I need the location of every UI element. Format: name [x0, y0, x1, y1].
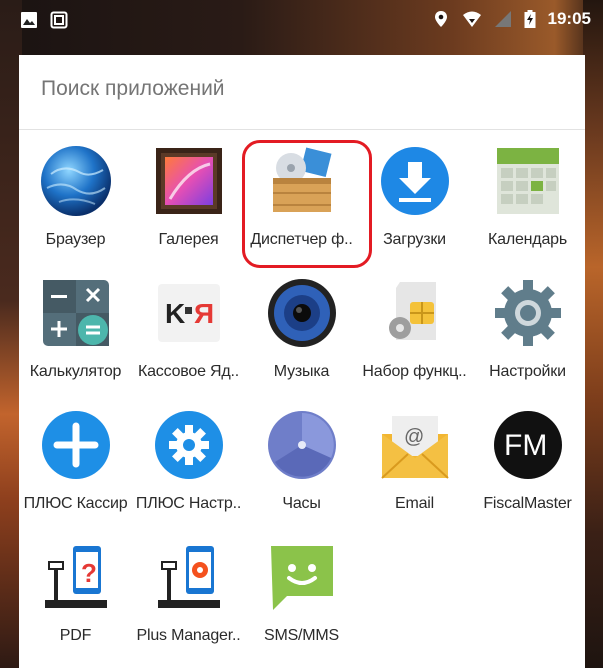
app-row: Браузер Галерея Диспетчер ф.. Загрузки К… — [19, 130, 585, 262]
app-clock[interactable]: Часы — [245, 394, 358, 526]
app-row: ? PDF Plus Manager.. SMS/MMS — [19, 526, 585, 658]
app-settings[interactable]: Настройки — [471, 262, 584, 394]
status-bar: 19:05 — [0, 0, 603, 40]
image-icon — [21, 12, 37, 28]
app-label: Часы — [282, 495, 321, 512]
location-icon — [434, 11, 447, 27]
calculator-icon — [43, 280, 109, 346]
gallery-icon — [156, 148, 222, 214]
app-downloads[interactable]: Загрузки — [358, 130, 471, 262]
clock-time: 19:05 — [547, 9, 591, 28]
app-row: Калькулятор K Я Кассовое Яд.. Музыка Наб… — [19, 262, 585, 394]
app-label: Галерея — [158, 231, 219, 248]
speaker-icon — [268, 279, 336, 347]
app-calendar[interactable]: Календарь — [471, 130, 584, 262]
wifi-icon — [462, 11, 481, 27]
app-label: SMS/MMS — [263, 627, 340, 644]
email-icon: @ — [381, 416, 449, 479]
app-label: Музыка — [273, 363, 330, 380]
app-label: ПЛЮС Кассир — [23, 495, 128, 512]
sim-toolkit-icon — [389, 282, 436, 340]
app-label: ПЛЮС Настр.. — [135, 495, 242, 512]
app-label: Email — [394, 495, 434, 512]
settings-gear-icon — [495, 280, 561, 346]
screenshot-icon — [50, 11, 68, 29]
fiscalmaster-icon: FM — [494, 411, 562, 479]
app-label: Кассовое Яд.. — [137, 363, 240, 380]
plus-cashier-icon — [42, 411, 110, 479]
plus-manager-icon — [158, 546, 220, 608]
calendar-icon — [497, 148, 559, 214]
search-input[interactable] — [41, 77, 521, 101]
app-gallery[interactable]: Галерея — [132, 130, 245, 262]
app-plus-manager[interactable]: Plus Manager.. — [132, 526, 245, 658]
app-label: Plus Manager.. — [136, 627, 241, 644]
app-plus-settings[interactable]: ПЛЮС Настр.. — [132, 394, 245, 526]
app-label: Календарь — [488, 231, 567, 248]
app-label: Калькулятор — [29, 363, 122, 380]
battery-icon — [524, 10, 536, 28]
app-calculator[interactable]: Калькулятор — [19, 262, 132, 394]
app-email[interactable]: @ Email — [358, 394, 471, 526]
app-sim-toolkit[interactable]: Набор функц.. — [358, 262, 471, 394]
sms-icon — [271, 546, 333, 610]
globe-icon — [41, 146, 111, 216]
app-label: Настройки — [489, 363, 566, 380]
app-label: Диспетчер ф.. — [250, 231, 353, 248]
search-bar[interactable] — [19, 55, 585, 130]
svg-text:?: ? — [81, 558, 97, 588]
app-label: Загрузки — [383, 231, 446, 248]
pdf-pos-icon: ? — [45, 546, 107, 608]
app-browser[interactable]: Браузер — [19, 130, 132, 262]
svg-text:@: @ — [404, 426, 424, 448]
svg-text:K: K — [165, 298, 185, 329]
signal-icon — [494, 11, 511, 27]
app-file-manager[interactable]: Диспетчер ф.. — [245, 130, 358, 262]
app-row: ПЛЮС Кассир ПЛЮС Настр.. Часы @ Email FM… — [19, 394, 585, 526]
app-grid: Браузер Галерея Диспетчер ф.. Загрузки К… — [19, 130, 585, 658]
svg-text:Я: Я — [194, 298, 214, 329]
kassa-core-icon: K Я — [158, 284, 220, 342]
app-label: Браузер — [45, 231, 106, 248]
app-label: Набор функц.. — [362, 363, 467, 380]
svg-text:FM: FM — [504, 429, 547, 462]
file-manager-icon — [273, 147, 332, 212]
app-label: FiscalMaster — [483, 495, 572, 512]
app-music[interactable]: Музыка — [245, 262, 358, 394]
app-drawer: Браузер Галерея — [19, 55, 585, 668]
clock-icon — [268, 411, 336, 479]
app-pdf[interactable]: ? PDF — [19, 526, 132, 658]
app-sms[interactable]: SMS/MMS — [245, 526, 358, 658]
plus-settings-icon — [155, 411, 223, 479]
app-label: PDF — [59, 627, 92, 644]
download-icon — [381, 147, 449, 215]
app-fiscalmaster[interactable]: FM FiscalMaster — [471, 394, 584, 526]
app-kassa-core[interactable]: K Я Кассовое Яд.. — [132, 262, 245, 394]
app-plus-cashier[interactable]: ПЛЮС Кассир — [19, 394, 132, 526]
